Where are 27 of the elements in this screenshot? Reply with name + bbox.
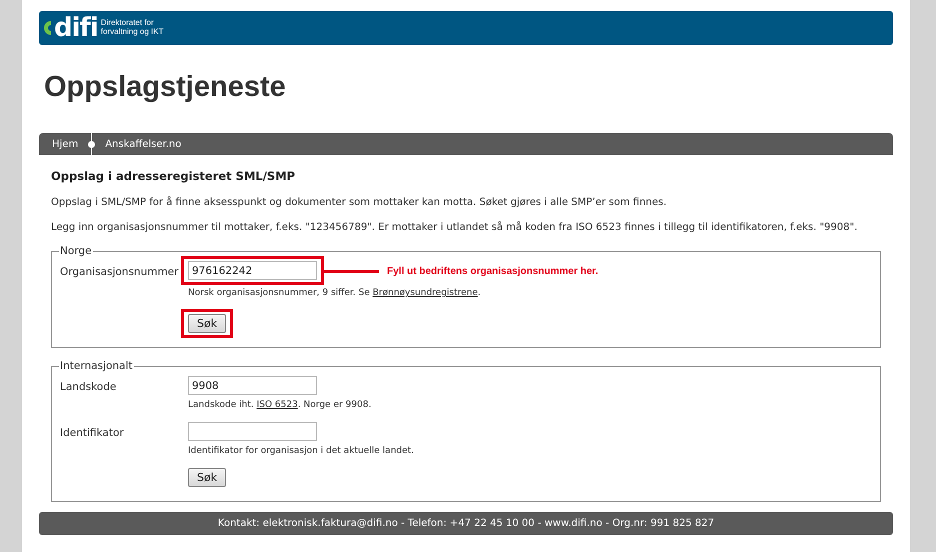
logo-icon: [43, 19, 51, 37]
annotation-text: Fyll ut bedriftens organisasjonsnummer her.: [387, 266, 598, 277]
section-heading: Oppslag i adresseregisteret SML/SMP: [51, 169, 296, 183]
nav-link[interactable]: Hjem: [39, 138, 92, 150]
text-field[interactable]: [188, 422, 317, 441]
logo-text: Direktoratet for forvaltning og IKT: [100, 19, 164, 37]
intro-paragraph: Legg inn organisasjonsnummer til mottaker, f.eks. "123456789". Er mottaker i utlandet så må koden fra ISO 6523 finnes i tillegg til identifikatoren, f.eks. "9908".: [51, 222, 858, 233]
field-label: Identifikator: [60, 426, 125, 439]
text-field[interactable]: 976162242: [188, 261, 317, 280]
page-title: Oppslagstjeneste: [44, 70, 287, 105]
nav-separator: [91, 133, 92, 155]
field-hint: Landskode iht. ISO 6523. Norge er 9908.: [188, 400, 372, 410]
field-hint: Norsk organisasjonsnummer, 9 siffer. Se Brønnøysundregistrene.: [188, 288, 482, 298]
field-hint: Identifikator for organisasjon i det aktuelle landet.: [188, 446, 414, 456]
search-button[interactable]: Søk: [188, 314, 226, 333]
hint-link[interactable]: ISO 6523: [256, 400, 298, 410]
search-button[interactable]: Søk: [188, 468, 226, 487]
group-legend: Norge: [59, 245, 93, 257]
logo-mark: difi: [54, 15, 98, 41]
group-legend: Internasjonalt: [59, 360, 134, 372]
text-field[interactable]: 9908: [188, 376, 317, 395]
field-label: Landskode: [60, 380, 118, 393]
field-label: Organisasjonsnummer: [60, 265, 180, 278]
hint-link[interactable]: Brønnøysundregistrene: [372, 288, 478, 298]
contact-text: Kontakt: elektronisk.faktura@difi.no - Telefon: +47 22 45 10 00 - www.difi.no - Org.nr: 991 825 827: [218, 518, 714, 529]
intro-paragraph: Oppslag i SML/SMP for å finne aksesspunkt og dokumenter som mottaker kan motta. Søket gjøres i alle SMP’er som finnes.: [51, 197, 668, 208]
nav-link[interactable]: Anskaffelser.no: [92, 138, 194, 150]
